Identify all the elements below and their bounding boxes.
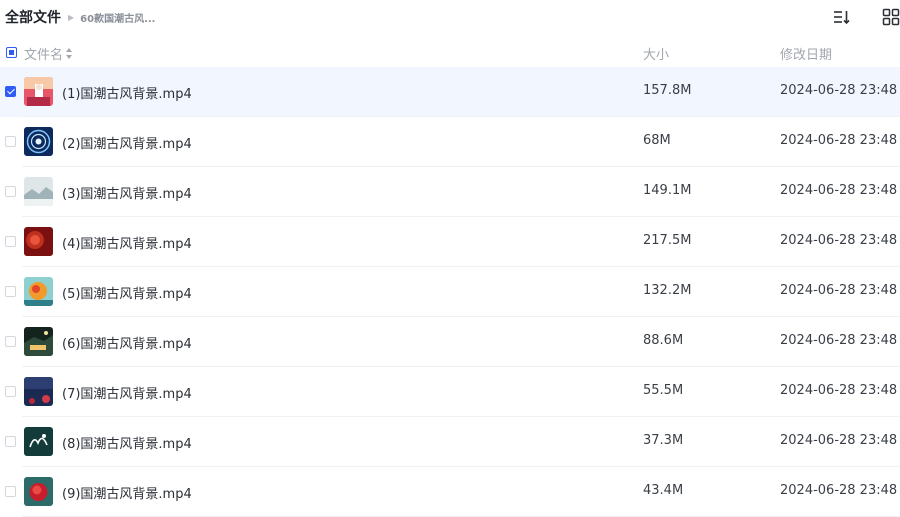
file-size: 37.3M (643, 433, 684, 448)
column-header-name-label: 文件名 (24, 48, 64, 63)
video-thumbnail-icon (24, 477, 53, 506)
file-name[interactable]: (3)国潮古风背景.mp4 (62, 183, 192, 202)
file-name[interactable]: (1)国潮古风背景.mp4 (62, 83, 192, 102)
video-thumbnail-icon (24, 427, 53, 456)
file-name[interactable]: (9)国潮古风背景.mp4 (62, 483, 192, 502)
video-thumbnail-icon (24, 177, 53, 206)
column-header-name[interactable]: 文件名 (24, 44, 73, 63)
column-header-row: 文件名 大小 修改日期 (0, 38, 900, 66)
row-checkbox[interactable] (5, 236, 16, 247)
file-name[interactable]: (6)国潮古风背景.mp4 (62, 333, 192, 352)
file-row[interactable]: (6)国潮古风背景.mp4 88.6M 2024-06-28 23:48 (0, 317, 900, 367)
row-checkbox[interactable] (5, 286, 16, 297)
file-name[interactable]: (8)国潮古风背景.mp4 (62, 433, 192, 452)
file-row[interactable]: (4)国潮古风背景.mp4 217.5M 2024-06-28 23:48 (0, 217, 900, 267)
file-name[interactable]: (5)国潮古风背景.mp4 (62, 283, 192, 302)
file-size: 88.6M (643, 333, 684, 348)
file-name[interactable]: (2)国潮古风背景.mp4 (62, 133, 192, 152)
file-date: 2024-06-28 23:48 (780, 433, 898, 448)
file-date: 2024-06-28 23:48 (780, 283, 898, 298)
file-size: 55.5M (643, 383, 684, 398)
file-date: 2024-06-28 23:48 (780, 333, 898, 348)
breadcrumb-current-folder: 60款国潮古风... (80, 13, 156, 25)
file-name[interactable]: (7)国潮古风背景.mp4 (62, 383, 192, 402)
file-date: 2024-06-28 23:48 (780, 133, 898, 148)
row-checkbox[interactable] (5, 186, 16, 197)
file-name[interactable]: (4)国潮古风背景.mp4 (62, 233, 192, 252)
file-size: 217.5M (643, 233, 692, 248)
file-size: 149.1M (643, 183, 692, 198)
file-row[interactable]: (1)国潮古风背景.mp4 157.8M 2024-06-28 23:48 (0, 67, 900, 117)
video-thumbnail-icon (24, 127, 53, 156)
file-row[interactable]: (5)国潮古风背景.mp4 132.2M 2024-06-28 23:48 (0, 267, 900, 317)
video-thumbnail-icon (24, 327, 53, 356)
video-thumbnail-icon (24, 77, 53, 106)
row-checkbox[interactable] (5, 86, 16, 97)
row-checkbox[interactable] (5, 486, 16, 497)
sort-list-icon[interactable] (831, 7, 851, 27)
file-size: 132.2M (643, 283, 692, 298)
file-date: 2024-06-28 23:48 (780, 183, 898, 198)
video-thumbnail-icon (24, 277, 53, 306)
grid-view-icon[interactable] (881, 7, 900, 27)
file-date: 2024-06-28 23:48 (780, 233, 898, 248)
file-list: (1)国潮古风背景.mp4 157.8M 2024-06-28 23:48 (2… (0, 67, 900, 517)
header-bar: 全部文件 ▶ 60款国潮古风... (0, 0, 900, 34)
file-size: 68M (643, 133, 671, 148)
video-thumbnail-icon (24, 227, 53, 256)
breadcrumb-root[interactable]: 全部文件 (5, 7, 61, 27)
row-checkbox[interactable] (5, 336, 16, 347)
file-row[interactable]: (7)国潮古风背景.mp4 55.5M 2024-06-28 23:48 (0, 367, 900, 417)
file-date: 2024-06-28 23:48 (780, 383, 898, 398)
file-row[interactable]: (8)国潮古风背景.mp4 37.3M 2024-06-28 23:48 (0, 417, 900, 467)
file-size: 157.8M (643, 83, 692, 98)
row-checkbox[interactable] (5, 386, 16, 397)
row-checkbox[interactable] (5, 136, 16, 147)
file-row[interactable]: (2)国潮古风背景.mp4 68M 2024-06-28 23:48 (0, 117, 900, 167)
column-header-size[interactable]: 大小 (643, 44, 669, 63)
breadcrumb-separator-icon: ▶ (68, 12, 75, 22)
file-size: 43.4M (643, 483, 684, 498)
file-row[interactable]: (3)国潮古风背景.mp4 149.1M 2024-06-28 23:48 (0, 167, 900, 217)
file-date: 2024-06-28 23:48 (780, 483, 898, 498)
sort-arrows-icon[interactable] (66, 48, 73, 59)
column-header-date[interactable]: 修改日期 (780, 44, 832, 63)
video-thumbnail-icon (24, 377, 53, 406)
row-checkbox[interactable] (5, 436, 16, 447)
file-date: 2024-06-28 23:48 (780, 83, 898, 98)
breadcrumb: 全部文件 ▶ 60款国潮古风... (5, 7, 155, 27)
